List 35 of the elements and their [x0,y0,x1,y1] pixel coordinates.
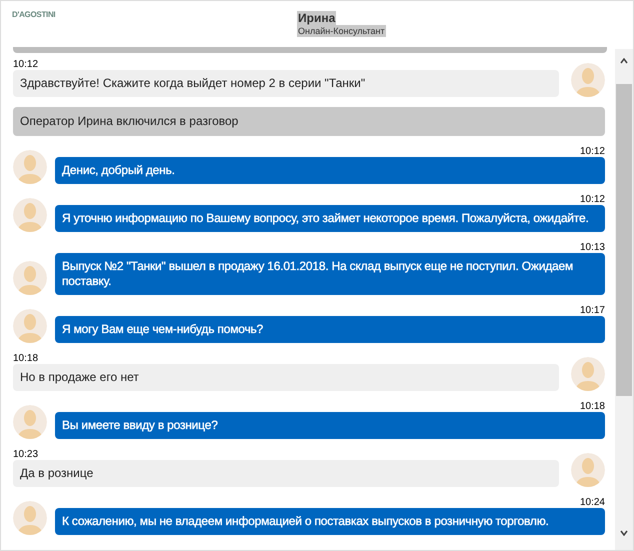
operator-message: Денис, добрый день. [55,157,605,184]
operator-name: Ирина [297,11,336,25]
operator-role: Онлайн-Консультант [297,25,386,37]
avatar-icon [571,63,605,97]
operator-message: Я могу Вам еще чем-нибудь помочь? [55,316,605,343]
message-time: 10:18 [13,353,38,364]
message-time: 10:18 [580,401,605,412]
scrollbar-thumb[interactable] [616,84,632,396]
operator-message: Вы имеете ввиду в рознице? [55,412,605,439]
system-message: Оператор Ирина включился в разговор [13,107,605,136]
message-time: 10:17 [580,305,605,316]
operator-message: Я уточню информацию по Вашему вопросу, это займет некоторое время. Пожалуйста, ожидайте. [55,205,605,232]
scroll-up-icon[interactable] [620,58,628,64]
avatar-icon [13,405,47,439]
operator-message: К сожалению, мы не владеем информацией о поставках выпусков в розничную торговлю. [55,508,605,535]
message-time: 10:12 [580,194,605,205]
avatar-icon [13,150,47,184]
scroll-down-icon[interactable] [620,530,628,536]
message-time: 10:24 [580,497,605,508]
message-time: 10:13 [580,242,605,253]
avatar-icon [13,198,47,232]
avatar-icon [13,309,47,343]
scrollbar[interactable] [615,49,633,550]
message-time: 10:23 [13,449,38,460]
avatar-icon [571,357,605,391]
message-time: 10:12 [580,146,605,157]
client-message: Но в продаже его нет [13,364,559,391]
client-message: Да в рознице [13,460,559,487]
client-message: Здравствуйте! Скажите когда выйдет номер 2 в серии "Танки" [13,70,559,97]
message-time: 10:12 [13,59,38,70]
avatar-icon [13,501,47,535]
avatar-icon [571,453,605,487]
operator-message: Выпуск №2 "Танки" вышел в продажу 16.01.2018. На склад выпуск еще не поступил. Ожидаем поставку. [55,253,605,295]
avatar-icon [13,261,47,295]
logo: D'AGOSTINI [12,9,56,21]
